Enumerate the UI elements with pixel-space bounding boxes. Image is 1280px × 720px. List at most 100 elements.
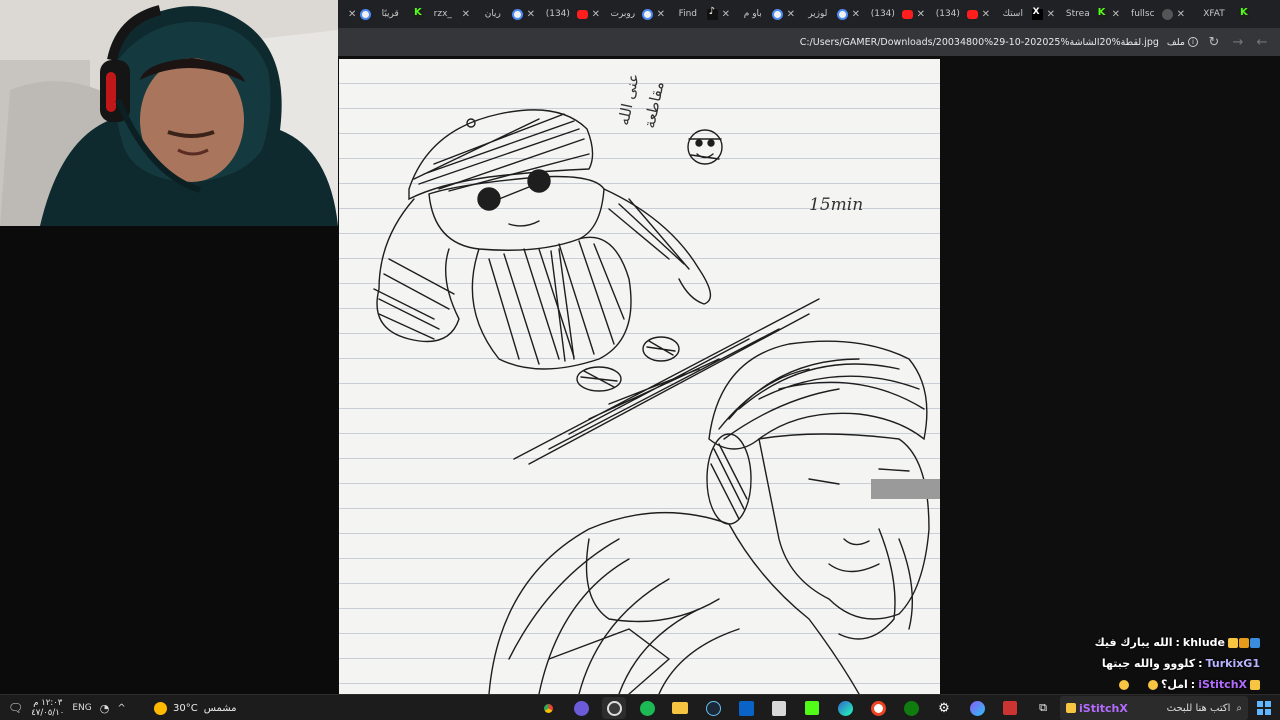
tab-strip: ✕ قريبًا rzx_ ✕ ريان ✕ (134) ✕ روبرت ✕ Find ✕ … <box>338 0 1280 28</box>
steam-app-icon[interactable] <box>701 697 725 719</box>
tab-14[interactable]: XFAT <box>1189 3 1254 25</box>
tab-13[interactable]: fullsc ✕ <box>1124 3 1189 25</box>
tab-7[interactable]: باو م ✕ <box>734 3 799 25</box>
language-indicator[interactable]: ENG <box>72 703 91 713</box>
kick-icon <box>1096 7 1108 20</box>
address-bar: C:/Users/GAMER/Downloads/20034800%29-10-… <box>338 28 1280 56</box>
stream-chat: الله يبارك فيك : khlude كلووو والله جبته… <box>1058 632 1280 694</box>
chat-message: امل؟ : iStitchX <box>1058 674 1280 695</box>
chevron-up-icon[interactable]: ^ <box>117 703 125 714</box>
clock-date: ٤٧/٠٥/١٠ <box>31 708 65 718</box>
emoji-icon <box>1148 679 1158 690</box>
browser-window: ✕ قريبًا rzx_ ✕ ريان ✕ (134) ✕ روبرت ✕ Find ✕ … <box>338 0 1280 694</box>
chat-username: TurkixG1 <box>1205 657 1260 670</box>
tab-3[interactable]: ريان ✕ <box>474 3 539 25</box>
chrome-icon <box>641 8 653 20</box>
chat-badges <box>1228 637 1260 648</box>
start-button-icon[interactable] <box>1257 701 1271 715</box>
system-tray: 🗨 ١٢:٠٣ م ٤٧/٠٥/١٠ ENG ◔ ^ <box>8 695 126 720</box>
tab-label: قريبًا <box>381 9 399 19</box>
calculator-app-icon[interactable] <box>767 697 791 719</box>
close-tab-icon[interactable]: ✕ <box>1177 9 1185 20</box>
chat-text: الله يبارك فيك <box>1094 636 1173 649</box>
tab-label: Strea <box>1065 9 1090 19</box>
tab-label: روبرت <box>610 9 636 19</box>
tab-2[interactable]: rzx_ ✕ <box>409 3 474 25</box>
reload-icon[interactable]: ↻ <box>1206 35 1222 50</box>
close-tab-icon[interactable]: ✕ <box>1112 9 1120 20</box>
task-view-icon[interactable]: ⧉ <box>1031 697 1055 719</box>
tab-label: استك <box>1002 9 1023 19</box>
chat-text: كلووو والله جبتها <box>1101 657 1196 670</box>
tab-label: ريان <box>484 9 501 19</box>
chat-separator: : <box>1175 636 1180 649</box>
close-tab-icon[interactable]: ✕ <box>348 9 356 20</box>
notification-icon[interactable]: 🗨 <box>8 701 23 715</box>
tab-label: باو م <box>743 9 762 19</box>
sub-badge-icon <box>1239 637 1249 648</box>
tab-5[interactable]: روبرت ✕ <box>604 3 669 25</box>
sketch-image: 15min عنى الله مقاطعة <box>339 59 940 694</box>
edge-app-icon[interactable] <box>833 697 857 719</box>
chrome-icon <box>511 8 523 20</box>
opera-app-icon[interactable] <box>866 697 890 719</box>
file-chip[interactable]: ملف i <box>1167 37 1198 48</box>
close-tab-icon[interactable]: ✕ <box>657 9 665 20</box>
close-tab-icon[interactable]: ✕ <box>917 9 925 20</box>
obs-app-icon[interactable] <box>569 697 593 719</box>
back-icon[interactable]: ← <box>1254 35 1270 50</box>
close-tab-icon[interactable]: ✕ <box>787 9 795 20</box>
tab-label: لوزير <box>808 9 828 19</box>
sun-icon <box>154 701 167 715</box>
clock[interactable]: ١٢:٠٣ م ٤٧/٠٥/١٠ <box>31 698 64 718</box>
chrome-app-icon[interactable] <box>536 697 560 719</box>
chat-message: الله يبارك فيك : khlude <box>1058 632 1280 653</box>
outlook-app-icon[interactable] <box>734 697 758 719</box>
close-tab-icon[interactable]: ✕ <box>527 9 535 20</box>
close-tab-icon[interactable]: ✕ <box>1047 9 1055 20</box>
close-tab-icon[interactable]: ✕ <box>592 9 600 20</box>
chat-separator: : <box>1190 678 1196 691</box>
crown-badge-icon <box>1066 703 1076 713</box>
copilot-app-icon[interactable] <box>965 697 989 719</box>
url-field[interactable]: C:/Users/GAMER/Downloads/20034800%29-10-… <box>800 37 1159 48</box>
tab-label: Find <box>678 9 698 19</box>
xbox-app-icon[interactable] <box>899 697 923 719</box>
close-tab-icon[interactable]: ✕ <box>462 9 470 20</box>
tab-10[interactable]: (134) ✕ <box>929 3 994 25</box>
forward-icon[interactable]: → <box>1230 35 1246 50</box>
media-app-icon[interactable] <box>998 697 1022 719</box>
globe-icon <box>1161 8 1173 20</box>
network-icon[interactable]: ◔ <box>100 702 110 715</box>
emoji-icon <box>1119 679 1129 690</box>
tab-label: (134) <box>545 9 570 19</box>
youtube-icon <box>966 9 978 19</box>
tab-label: fullsc <box>1131 9 1155 19</box>
close-tab-icon[interactable]: ✕ <box>982 9 990 20</box>
tab-9[interactable]: (134) ✕ <box>864 3 929 25</box>
tab-4[interactable]: (134) ✕ <box>539 3 604 25</box>
tab-8[interactable]: لوزير ✕ <box>799 3 864 25</box>
tiktok-icon <box>706 6 718 20</box>
search-icon: ⌕ <box>1236 702 1242 714</box>
youtube-icon <box>576 9 588 19</box>
file-chip-label: ملف <box>1166 36 1185 48</box>
weather-widget[interactable]: 30°C مشمس <box>154 695 237 720</box>
tab-12[interactable]: Strea ✕ <box>1059 3 1124 25</box>
settings-app-icon[interactable]: ⚙ <box>932 697 956 719</box>
clock-time: ١٢:٠٣ م <box>33 698 63 708</box>
tab-label: rzx_ <box>433 9 452 19</box>
desktop: ✕ قريبًا rzx_ ✕ ريان ✕ (134) ✕ روبرت ✕ Find ✕ … <box>0 0 1280 720</box>
file-explorer-icon[interactable] <box>668 697 692 719</box>
tab-6[interactable]: Find ✕ <box>669 3 734 25</box>
close-tab-icon[interactable]: ✕ <box>722 9 730 20</box>
tab-11[interactable]: استك ✕ <box>994 3 1059 25</box>
close-tab-icon[interactable]: ✕ <box>852 9 860 20</box>
spotify-app-icon[interactable] <box>635 697 659 719</box>
chat-username: khlude <box>1182 636 1225 649</box>
tab-1[interactable]: ✕ قريبًا <box>344 3 409 25</box>
kick-studio-app-icon[interactable] <box>800 697 824 719</box>
kick-icon <box>1239 7 1250 20</box>
webcam-image <box>0 0 338 226</box>
obs-studio-app-icon[interactable] <box>602 697 626 719</box>
